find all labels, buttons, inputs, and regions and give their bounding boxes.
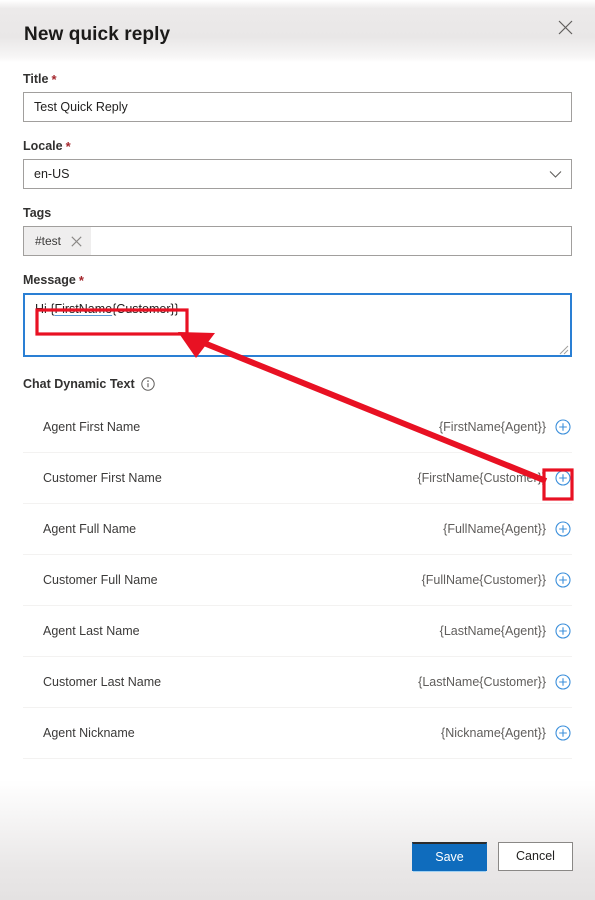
row-token: {FirstName{Customer}} [417,471,546,485]
chat-dynamic-text-label: Chat Dynamic Text [23,377,135,391]
add-circle-icon[interactable] [555,521,571,537]
tags-label: Tags [23,206,572,220]
message-token-name: FirstName [54,302,113,316]
add-circle-icon[interactable] [555,418,571,435]
dialog-header: New quick reply [0,8,595,62]
table-row[interactable]: Agent Nickname {Nickname{Agent}} [23,707,572,758]
add-circle-icon[interactable] [555,674,571,690]
save-button[interactable]: Save [412,841,487,871]
locale-field-group: Locale * en-US [0,139,595,189]
row-label: Agent First Name [43,419,141,434]
table-row[interactable]: Customer First Name {FirstName{Customer}… [23,452,572,503]
message-token-rest: {Customer}} [112,302,179,316]
message-label: Message * [23,273,572,287]
tags-label-text: Tags [23,206,52,220]
dialog-body: Title * Test Quick Reply Locale * en-US [0,62,595,759]
title-label-text: Title [23,72,49,86]
required-asterisk: * [51,71,57,87]
message-textarea[interactable]: Hi {FirstName{Customer}} [23,293,572,357]
add-circle-icon[interactable] [555,725,571,741]
required-asterisk: * [65,138,71,154]
title-input-value: Test Quick Reply [34,100,128,114]
table-row[interactable]: Agent First Name {FirstName{Agent}} [23,401,572,452]
row-label: Agent Full Name [43,522,137,536]
row-label: Agent Nickname [43,726,135,740]
add-circle-icon[interactable] [555,623,571,639]
row-token: {FullName{Customer}} [421,573,546,587]
locale-label: Locale * [23,139,572,153]
row-label: Agent Last Name [43,624,140,638]
row-token: {FullName{Agent}} [443,522,546,536]
row-label: Customer Full Name [43,573,158,587]
required-asterisk: * [78,272,84,288]
add-circle-icon[interactable] [555,572,571,588]
row-token: {Nickname{Agent}} [441,726,546,740]
info-icon[interactable] [140,377,155,391]
quick-reply-dialog: New quick reply Title * Test Quick Reply… [0,0,595,900]
message-label-text: Message [23,273,76,287]
chat-dynamic-text-heading: Chat Dynamic Text [0,377,595,391]
dynamic-text-list: Agent First Name {FirstName{Agent}} Cust… [0,401,595,759]
cancel-button[interactable]: Cancel [498,841,573,871]
message-textarea-value: Hi {FirstName{Customer}} [35,301,560,317]
list-bottom-divider [23,758,572,759]
tags-input[interactable]: #test [23,226,572,256]
title-input[interactable]: Test Quick Reply [23,92,572,122]
row-token: {LastName{Agent}} [439,624,546,638]
title-label: Title * [23,72,572,86]
row-token: {FirstName{Agent}} [438,419,546,434]
chevron-down-icon [549,170,562,179]
title-field-group: Title * Test Quick Reply [0,72,595,122]
locale-label-text: Locale [23,139,63,153]
tag-chip[interactable]: #test [24,227,92,255]
message-prefix: Hi [35,302,51,316]
locale-select-value: en-US [34,167,70,181]
row-label: Customer Last Name [43,675,162,689]
message-field-group: Message * Hi {FirstName{Customer}} [0,273,595,357]
table-row[interactable]: Agent Full Name {FullName{Agent}} [23,503,572,554]
add-circle-icon[interactable] [555,470,571,486]
row-label: Customer First Name [43,471,162,485]
table-row[interactable]: Customer Last Name {LastName{Customer}} [23,656,572,707]
tag-chip-label: #test [35,234,62,248]
tags-field-group: Tags #test [0,206,595,256]
close-icon[interactable] [71,235,82,247]
row-token: {LastName{Customer}} [418,675,546,689]
resize-handle-icon[interactable] [559,344,569,355]
locale-select[interactable]: en-US [23,159,572,189]
dialog-footer: Save Cancel [0,828,595,900]
close-icon[interactable] [549,11,581,43]
table-row[interactable]: Agent Last Name {LastName{Agent}} [23,605,572,656]
table-row[interactable]: Customer Full Name {FullName{Customer}} [23,554,572,605]
page-title: New quick reply [24,24,171,45]
